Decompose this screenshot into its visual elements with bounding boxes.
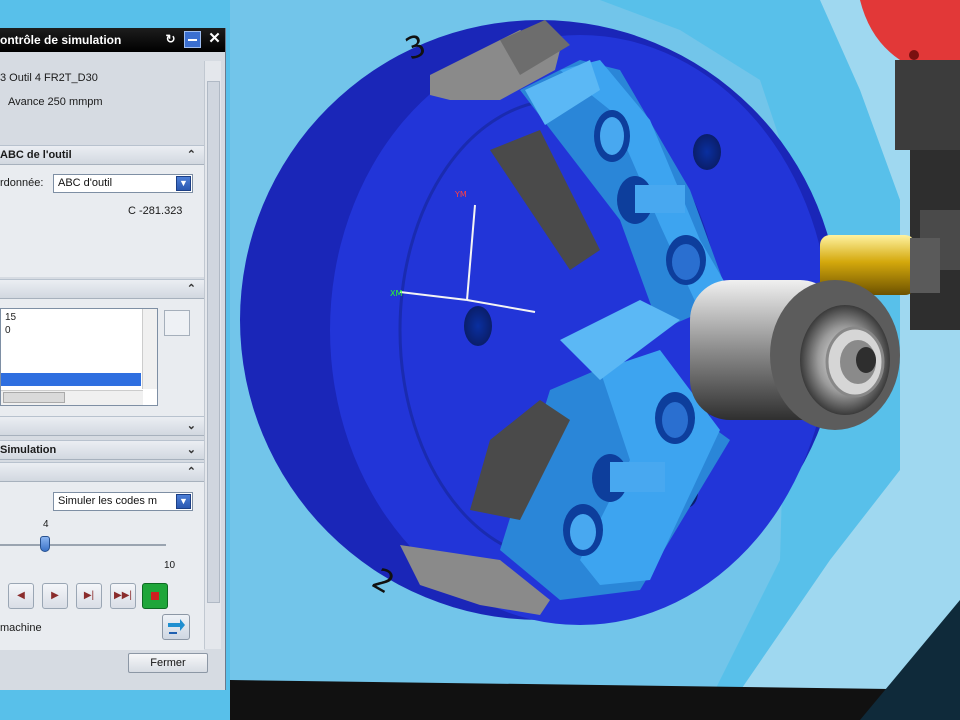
triad-label-y: YM: [454, 190, 467, 199]
section-header-list[interactable]: ⌃: [0, 279, 204, 299]
tool-info: 3 Outil 4 FR2T_D30: [0, 72, 98, 84]
machine-label: machine: [0, 622, 42, 634]
list-item[interactable]: 0: [5, 325, 11, 336]
feed-info: Avance 250 mmpm: [8, 96, 103, 108]
chuck-hole: [464, 306, 492, 346]
machine-view-button[interactable]: [162, 614, 190, 640]
play-button[interactable]: ▶: [42, 583, 68, 609]
close-icon[interactable]: ✕: [206, 31, 223, 48]
minimize-button[interactable]: [184, 31, 201, 48]
triad-label-x: XM: [390, 289, 402, 298]
list-options-icon[interactable]: [164, 310, 190, 336]
chevron-up-icon[interactable]: ⌃: [187, 465, 196, 478]
close-button[interactable]: Fermer: [128, 653, 208, 673]
speed-slider-thumb[interactable]: [40, 536, 50, 552]
list-item[interactable]: 15: [5, 312, 16, 323]
simulation-control-dialog: ontrôle de simulation ↻ ✕ ▲ 3 Outil 4 FR…: [0, 28, 226, 690]
program-list[interactable]: 15 0: [0, 308, 158, 406]
simulation-mode-select[interactable]: Simuler les codes m ▼: [53, 492, 193, 511]
section-header-simulation[interactable]: Simulation ⌄: [0, 440, 204, 460]
chevron-up-icon[interactable]: ⌃: [187, 148, 196, 161]
fast-forward-button[interactable]: ▶▶|: [110, 583, 136, 609]
speed-slider-track[interactable]: [0, 544, 166, 546]
chevron-down-icon[interactable]: ⌄: [187, 419, 196, 432]
coordinate-label: rdonnée:: [0, 177, 44, 189]
selected-list-item[interactable]: [1, 373, 141, 386]
list-horizontal-scrollbar[interactable]: [1, 390, 143, 405]
slider-value: 4: [43, 519, 49, 530]
step-forward-button[interactable]: ▶|: [76, 583, 102, 609]
chevron-down-icon[interactable]: ⌄: [187, 443, 196, 456]
section-header-collapsed[interactable]: ⌄: [0, 416, 204, 436]
reset-icon[interactable]: ↻: [162, 31, 179, 48]
chevron-up-icon[interactable]: ⌃: [187, 282, 196, 295]
coordinate-select[interactable]: ABC d'outil ▼: [53, 174, 193, 193]
slider-max: 10: [164, 560, 176, 571]
chevron-down-icon[interactable]: ▼: [176, 494, 191, 509]
stop-button[interactable]: [142, 583, 168, 609]
dialog-titlebar[interactable]: ontrôle de simulation ↻ ✕: [0, 28, 225, 52]
section-header-playback[interactable]: ⌃: [0, 462, 204, 482]
machine-swap-icon: [168, 619, 185, 634]
dialog-vertical-scrollbar[interactable]: [204, 61, 221, 649]
axis-readout: C -281.323: [128, 205, 183, 217]
dialog-title: ontrôle de simulation: [0, 33, 122, 47]
chuck-hole: [693, 134, 721, 170]
turret-block: [895, 60, 960, 150]
section-header-tool-abc[interactable]: ABC de l'outil ⌃: [0, 145, 204, 165]
step-back-button[interactable]: ◀: [8, 583, 34, 609]
list-vertical-scrollbar[interactable]: [142, 309, 157, 389]
chevron-down-icon[interactable]: ▼: [176, 176, 191, 191]
